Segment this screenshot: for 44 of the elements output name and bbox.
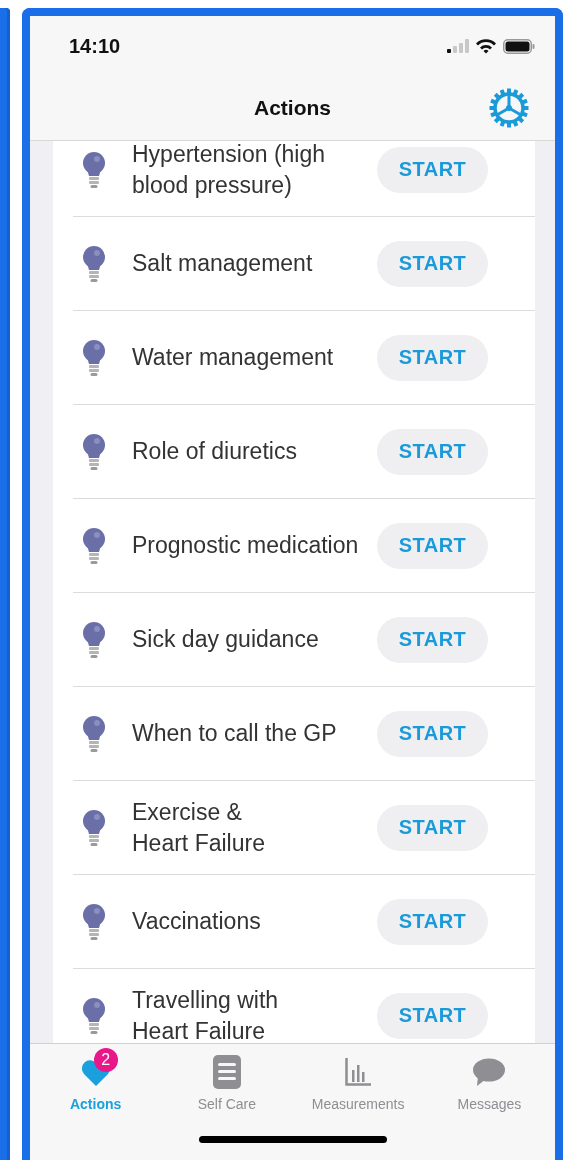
lightbulb-icon: [81, 996, 107, 1035]
start-button[interactable]: START: [377, 240, 488, 287]
lightbulb-icon: [81, 808, 107, 847]
speech-bubble-icon: [473, 1058, 506, 1086]
tab-bar-item[interactable]: 2 Actions: [30, 1044, 162, 1112]
lightbulb-icon: [81, 338, 107, 377]
action-title: Water management: [132, 343, 335, 372]
action-title: Salt management: [132, 249, 314, 278]
lightbulb-icon: [81, 526, 107, 565]
settings-icon[interactable]: [488, 87, 530, 129]
screen-title: Actions: [254, 96, 331, 120]
lightbulb-icon: [81, 150, 107, 189]
bar-chart-icon: [345, 1058, 372, 1086]
action-title: When to call the GP: [132, 719, 338, 748]
action-title: Hypertension (high blood pressure): [132, 141, 327, 200]
lightbulb-icon: [81, 432, 107, 471]
start-button[interactable]: START: [377, 992, 488, 1039]
start-button[interactable]: START: [377, 428, 488, 475]
action-title: Travelling with Heart Failure: [132, 985, 280, 1043]
lightbulb-icon: [81, 902, 107, 941]
action-title: Vaccinations: [132, 907, 262, 936]
status-time: 14:10: [69, 34, 121, 58]
action-title: Exercise & Heart Failure: [132, 797, 266, 858]
start-button[interactable]: START: [377, 710, 488, 757]
action-title: Sick day guidance: [132, 625, 320, 654]
action-title: Prognostic medication: [132, 531, 360, 560]
lightbulb-icon: [81, 244, 107, 283]
document-icon: [212, 1055, 241, 1089]
wifi-icon: [475, 38, 497, 54]
notification-badge: 2: [93, 1048, 118, 1072]
lightbulb-icon: [81, 714, 107, 753]
battery-icon: [503, 38, 535, 54]
start-button[interactable]: START: [377, 146, 488, 193]
start-button[interactable]: START: [377, 804, 488, 851]
tab-bar-item[interactable]: Measurements: [292, 1044, 424, 1112]
action-title: Role of diuretics: [132, 437, 298, 466]
start-button[interactable]: START: [377, 898, 488, 945]
tab-bar-item[interactable]: Self Care: [161, 1044, 293, 1112]
tab-bar-item[interactable]: Messages: [423, 1044, 555, 1112]
start-button[interactable]: START: [377, 616, 488, 663]
lightbulb-icon: [81, 620, 107, 659]
start-button[interactable]: START: [377, 522, 488, 569]
signal-icon: [447, 39, 469, 53]
start-button[interactable]: START: [377, 334, 488, 381]
